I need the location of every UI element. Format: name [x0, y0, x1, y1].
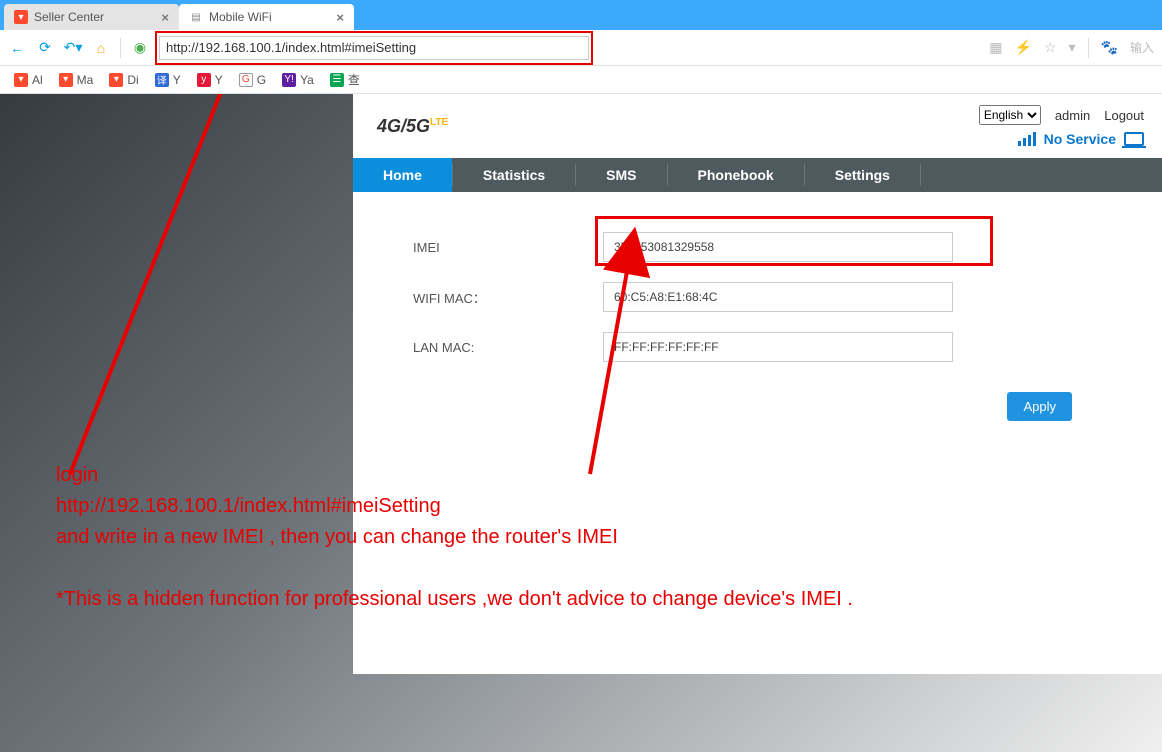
laptop-icon	[1124, 132, 1144, 146]
favicon-icon: ▤	[189, 10, 203, 24]
annotation-text: login http://192.168.100.1/index.html#im…	[56, 460, 853, 615]
logo-text: 4G/5G	[377, 116, 430, 136]
bookmark-label: 查	[348, 71, 360, 88]
router-header: 4G/5GLTE English admin Logout No Service	[353, 94, 1162, 158]
search-hint[interactable]: 输入	[1130, 39, 1154, 56]
wifimac-input[interactable]	[603, 282, 953, 312]
star-icon[interactable]: ☆	[1044, 39, 1057, 56]
bookmark[interactable]: GG	[239, 73, 266, 87]
form-row-lanmac: LAN MAC:	[413, 332, 1102, 362]
nav-label: Statistics	[483, 167, 545, 183]
bookmark-icon: ☰	[330, 73, 344, 87]
header-right: English admin Logout No Service	[979, 105, 1144, 147]
bookmark[interactable]: ▾ Al	[14, 73, 43, 87]
back-icon[interactable]: ←	[8, 39, 26, 57]
signal-icon	[1018, 132, 1036, 146]
router-nav: Home Statistics SMS Phonebook Settings	[353, 158, 1162, 192]
header-row-1: English admin Logout	[979, 105, 1144, 125]
nav-sms[interactable]: SMS	[576, 158, 666, 192]
nav-label: Settings	[835, 167, 890, 183]
user-label: admin	[1055, 108, 1090, 123]
bolt-icon[interactable]: ⚡	[1015, 39, 1032, 56]
logo-sup: LTE	[430, 117, 448, 128]
shield-icon[interactable]: ◉	[131, 39, 149, 57]
address-bar-wrap	[159, 36, 589, 60]
bookmark-label: Ma	[77, 73, 94, 87]
bookmark[interactable]: ▾ Di	[109, 73, 138, 87]
page-viewport: 4G/5GLTE English admin Logout No Service…	[0, 94, 1162, 752]
tab-title: Seller Center	[34, 10, 104, 24]
nav-statistics[interactable]: Statistics	[453, 158, 575, 192]
browser-tab[interactable]: ▤ Mobile WiFi ×	[179, 4, 354, 30]
imei-label: IMEI	[413, 240, 603, 255]
bookmark-label: Di	[127, 73, 138, 87]
bookmark-label: Ya	[300, 73, 314, 87]
close-icon[interactable]: ×	[161, 10, 169, 25]
bookmark-icon: Y!	[282, 73, 296, 87]
nav-label: SMS	[606, 167, 636, 183]
qr-icon[interactable]: ▦	[989, 39, 1002, 56]
bookmark[interactable]: 译Y	[155, 73, 181, 87]
bookmark-icon: G	[239, 73, 253, 87]
nav-phonebook[interactable]: Phonebook	[668, 158, 804, 192]
service-status: No Service	[1044, 131, 1116, 147]
bookmark-icon: ▾	[59, 73, 73, 87]
browser-tab[interactable]: ▾ Seller Center ×	[4, 4, 179, 30]
chevron-down-icon[interactable]: ▾	[1069, 39, 1076, 56]
browser-toolbar: ← ⟳ ↶▾ ⌂ ◉ ▦ ⚡ ☆ ▾ 🐾 输入	[0, 30, 1162, 66]
toolbar-right: ▦ ⚡ ☆ ▾ 🐾 输入	[989, 38, 1154, 58]
apply-row: Apply	[413, 382, 1102, 421]
divider	[1088, 38, 1089, 58]
favicon-icon: ▾	[14, 10, 28, 24]
nav-home[interactable]: Home	[353, 158, 452, 192]
divider	[120, 38, 121, 58]
bookmark[interactable]: ☰查	[330, 71, 360, 88]
bookmarks-bar: ▾Al ▾Ma ▾Di 译Y yY GG Y!Ya ☰查	[0, 66, 1162, 94]
nav-label: Phonebook	[698, 167, 774, 183]
bookmark[interactable]: ▾ Ma	[59, 73, 94, 87]
undo-icon[interactable]: ↶▾	[64, 39, 82, 57]
tab-title: Mobile WiFi	[209, 10, 272, 24]
bookmark-label: G	[257, 73, 266, 87]
form-row-wifimac: WIFI MAC：	[413, 282, 1102, 312]
bookmark-label: Y	[173, 73, 181, 87]
logout-link[interactable]: Logout	[1104, 108, 1144, 123]
apply-button[interactable]: Apply	[1007, 392, 1072, 421]
paw-icon[interactable]: 🐾	[1101, 39, 1118, 56]
bookmark[interactable]: Y! Ya	[282, 73, 314, 87]
annotation-box	[595, 216, 993, 266]
bookmark-label: Y	[215, 73, 223, 87]
bookmark-icon: ▾	[14, 73, 28, 87]
nav-label: Home	[383, 167, 422, 183]
header-row-2: No Service	[1018, 131, 1144, 147]
wifimac-label: WIFI MAC：	[413, 288, 603, 307]
lanmac-label: LAN MAC:	[413, 340, 603, 355]
browser-tab-strip: ▾ Seller Center × ▤ Mobile WiFi ×	[0, 0, 1162, 30]
router-logo: 4G/5GLTE	[377, 116, 448, 137]
bookmark-icon: ▾	[109, 73, 123, 87]
bookmark-icon: 译	[155, 73, 169, 87]
nav-settings[interactable]: Settings	[805, 158, 920, 192]
reload-icon[interactable]: ⟳	[36, 39, 54, 57]
language-select[interactable]: English	[979, 105, 1041, 125]
bookmark-label: Al	[32, 73, 43, 87]
lanmac-input[interactable]	[603, 332, 953, 362]
home-icon[interactable]: ⌂	[92, 39, 110, 57]
bookmark[interactable]: yY	[197, 73, 223, 87]
address-bar[interactable]	[159, 36, 589, 60]
bookmark-icon: y	[197, 73, 211, 87]
close-icon[interactable]: ×	[336, 10, 344, 25]
